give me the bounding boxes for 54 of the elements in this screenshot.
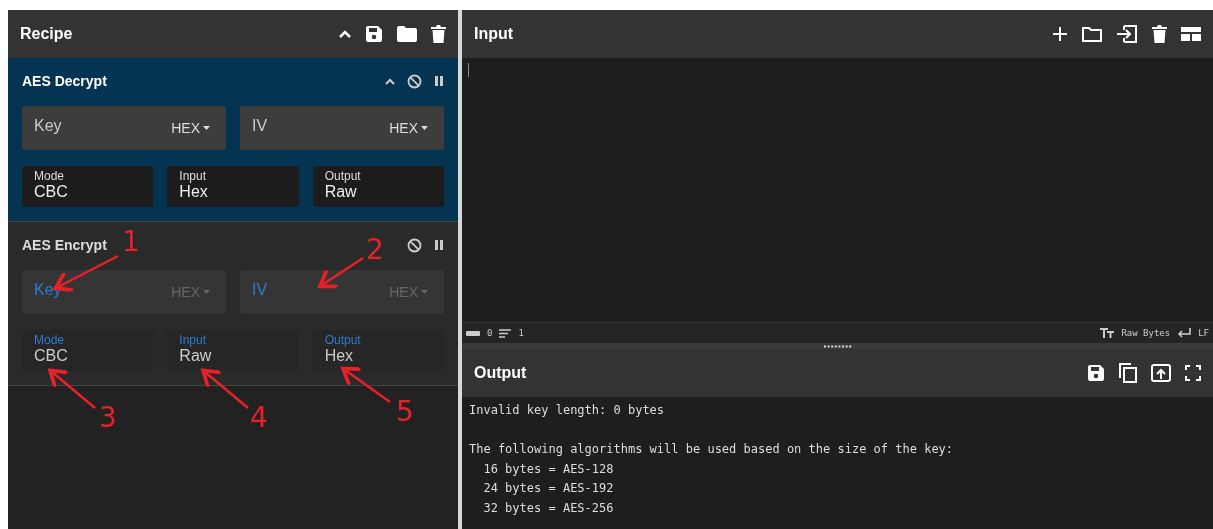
line-count: 1 bbox=[518, 328, 524, 338]
annotation-number: 4 bbox=[250, 404, 268, 432]
disable-icon[interactable] bbox=[407, 73, 422, 89]
encoding-label[interactable]: Raw Bytes bbox=[1121, 328, 1171, 338]
operation-title: AES Decrypt bbox=[22, 73, 107, 89]
annotation-number: 2 bbox=[366, 236, 384, 264]
save-icon[interactable] bbox=[1087, 364, 1105, 382]
annotation-arrow bbox=[318, 256, 364, 289]
disable-icon[interactable] bbox=[407, 237, 422, 253]
dropdown-field[interactable]: Input Raw bbox=[167, 330, 299, 371]
lines-icon bbox=[499, 328, 512, 338]
pause-icon[interactable] bbox=[434, 75, 444, 87]
delete-icon[interactable] bbox=[1152, 25, 1167, 43]
save-icon[interactable] bbox=[365, 25, 383, 43]
collapse-icon[interactable] bbox=[385, 77, 395, 85]
dropdown-field[interactable]: Input Hex bbox=[167, 166, 299, 207]
caret-icon bbox=[421, 290, 428, 294]
layout-icon[interactable] bbox=[1181, 26, 1201, 42]
resize-handle-icon[interactable] bbox=[823, 344, 852, 348]
annotation-arrow bbox=[201, 368, 249, 409]
output-text: Invalid key length: 0 bytes bbox=[469, 402, 666, 419]
annotation-number: 1 bbox=[122, 228, 140, 256]
folder-icon[interactable] bbox=[397, 26, 417, 42]
panel-title: Input bbox=[474, 25, 514, 43]
input-field[interactable]: IV HEX bbox=[240, 106, 444, 150]
delete-icon[interactable] bbox=[431, 25, 446, 43]
output-text: The following algorithms will be used based on the size of the key: 16 bytes = AES-128 24 bytes = AES-192 32 bytes = AES-256 bbox=[469, 441, 955, 517]
panel-title: Output bbox=[474, 364, 527, 382]
operation-title: AES Encrypt bbox=[22, 237, 107, 253]
font-icon bbox=[1100, 328, 1115, 338]
caret-icon bbox=[421, 126, 428, 130]
caret-icon bbox=[203, 126, 210, 130]
import-icon[interactable] bbox=[1116, 25, 1138, 43]
annotation-number: 3 bbox=[99, 404, 117, 432]
panel-title: Recipe bbox=[20, 25, 73, 43]
fullscreen-icon[interactable] bbox=[1185, 365, 1201, 381]
eol-label[interactable]: LF bbox=[1198, 328, 1209, 338]
caret-icon bbox=[203, 290, 210, 294]
add-icon[interactable] bbox=[1052, 26, 1068, 42]
dropdown-field[interactable]: Mode CBC bbox=[22, 166, 154, 207]
annotation-number: 5 bbox=[396, 398, 414, 426]
upload-icon[interactable] bbox=[1151, 364, 1171, 382]
dropdown-field[interactable]: Output Raw bbox=[312, 166, 444, 207]
length-count: 0 bbox=[487, 328, 493, 338]
dropdown-field[interactable]: Mode CBC bbox=[22, 330, 154, 371]
input-field[interactable]: Key HEX bbox=[22, 106, 226, 150]
operation-card[interactable]: AES Decrypt Key HEX IV HEX Mode CBC Input Hex Output Raw bbox=[8, 58, 458, 222]
dropdown-field[interactable]: Output Hex bbox=[312, 330, 444, 371]
pause-icon[interactable] bbox=[434, 239, 444, 251]
return-icon bbox=[1177, 328, 1192, 338]
annotation-arrow bbox=[341, 366, 391, 403]
copy-icon[interactable] bbox=[1119, 363, 1137, 383]
annotation-arrow bbox=[48, 368, 96, 409]
folder-icon[interactable] bbox=[1082, 26, 1102, 42]
